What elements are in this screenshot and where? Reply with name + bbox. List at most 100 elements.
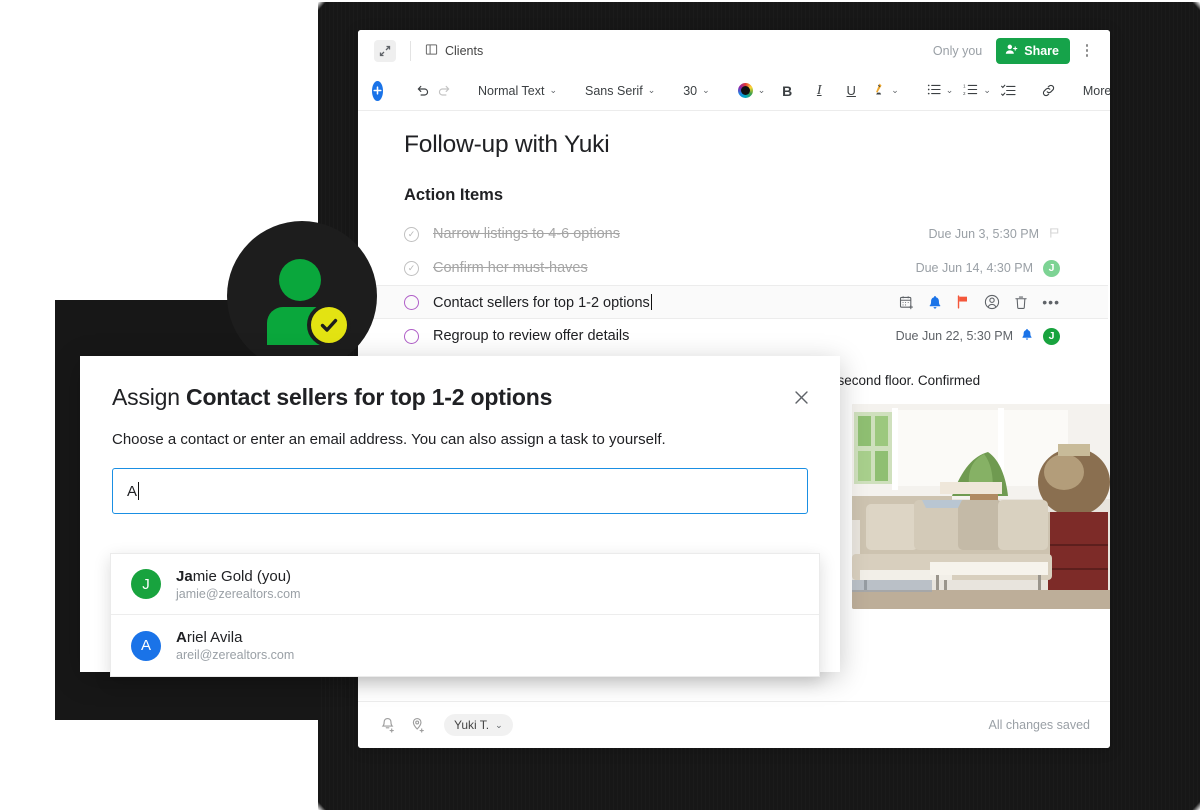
page-title: Follow-up with Yuki xyxy=(404,131,610,158)
bulleted-list-icon xyxy=(927,83,941,99)
checkbox-checked-icon[interactable]: ✓ xyxy=(404,260,419,276)
task-due-date: Due Jun 14, 4:30 PM xyxy=(915,261,1033,275)
avatar: A xyxy=(131,630,161,661)
task-row-active[interactable]: Contact sellers for top 1-2 options ••• xyxy=(358,285,1108,319)
checkbox-checked-icon[interactable]: ✓ xyxy=(404,226,419,242)
font-size-label: 30 xyxy=(683,83,698,98)
task-due-date: Due Jun 3, 5:30 PM xyxy=(928,227,1039,241)
more-vertical-icon[interactable] xyxy=(1078,40,1096,62)
contact-name-rest: mie Gold (you) xyxy=(192,567,292,585)
visibility-label: Only you xyxy=(932,43,983,58)
text-color-picker[interactable]: ⌄ xyxy=(733,79,771,103)
color-wheel-icon xyxy=(737,83,753,98)
avatar[interactable]: J xyxy=(1043,327,1060,345)
share-button[interactable]: Share xyxy=(996,37,1070,64)
numbered-list-dropdown[interactable]: 1 2 ⌄ xyxy=(958,79,996,103)
share-label: Share xyxy=(1024,43,1059,58)
assignee-chip[interactable]: Yuki T. ⌄ xyxy=(444,714,513,736)
flag-outline-icon[interactable] xyxy=(1049,227,1060,242)
assignee-chip-label: Yuki T. xyxy=(454,718,490,732)
contact-email: areil@zerealtors.com xyxy=(176,648,295,662)
screenshot-root: Clients Only you Share Normal Text ⌄ San… xyxy=(0,0,1200,811)
chevron-down-icon: ⌄ xyxy=(549,85,558,95)
task-label-active: Contact sellers for top 1-2 options xyxy=(433,293,653,311)
avatar: J xyxy=(131,569,161,599)
contact-name-rest: riel Avila xyxy=(186,629,243,646)
assign-person-icon[interactable] xyxy=(984,294,1000,310)
text-cursor xyxy=(650,293,653,310)
contact-suggestions-list: J Jamie Gold (you) jamie@zerealtors.com … xyxy=(110,553,820,677)
chevron-down-icon: ⌄ xyxy=(983,85,991,95)
more-tools-dropdown[interactable]: More ⌄ xyxy=(1078,79,1110,103)
paragraph-style-dropdown[interactable]: Normal Text ⌄ xyxy=(473,79,562,103)
contact-email: jamie@zerealtors.com xyxy=(176,586,301,601)
save-status: All changes saved xyxy=(988,718,1090,732)
italic-button[interactable]: I xyxy=(808,79,830,103)
paragraph-style-label: Normal Text xyxy=(478,83,545,98)
chevron-down-icon: ⌄ xyxy=(495,719,503,730)
task-label: Narrow listings to 4-6 options xyxy=(433,226,620,242)
highlight-color-picker[interactable]: ⌄ xyxy=(868,79,904,103)
contact-name-match: Ja xyxy=(176,567,193,585)
font-family-label: Sans Serif xyxy=(585,83,643,98)
assignee-input[interactable]: A xyxy=(112,468,808,514)
chevron-down-icon: ⌄ xyxy=(945,85,954,95)
modal-title-task: Contact sellers for top 1-2 options xyxy=(186,384,553,410)
avatar[interactable]: J xyxy=(1043,259,1060,277)
chevron-down-icon: ⌄ xyxy=(891,85,899,95)
numbered-list-icon: 1 2 xyxy=(963,83,978,99)
task-label-text: Contact sellers for top 1-2 options xyxy=(433,294,650,311)
assignee-input-value: A xyxy=(127,482,138,500)
close-icon[interactable] xyxy=(788,384,814,410)
badge-person-graphic xyxy=(263,259,351,347)
contact-details: Jamie Gold (you) jamie@zerealtors.com xyxy=(176,568,301,601)
undo-icon[interactable] xyxy=(411,79,433,103)
task-list: ✓ Narrow listings to 4-6 options Due Jun… xyxy=(358,217,1108,353)
trash-icon[interactable] xyxy=(1014,295,1028,310)
breadcrumb[interactable]: Clients xyxy=(425,43,483,59)
bold-button[interactable]: B xyxy=(776,79,798,103)
task-row[interactable]: ✓ Narrow listings to 4-6 options Due Jun… xyxy=(358,217,1108,251)
text-cursor xyxy=(138,482,140,500)
font-family-dropdown[interactable]: Sans Serif ⌄ xyxy=(580,79,660,103)
bell-icon[interactable] xyxy=(928,295,942,310)
task-row[interactable]: Regroup to review offer details Due Jun … xyxy=(358,319,1108,353)
checklist-icon[interactable] xyxy=(998,79,1020,103)
checkbox-unchecked-icon[interactable] xyxy=(404,328,419,344)
bulleted-list-dropdown[interactable]: ⌄ xyxy=(922,79,959,103)
contact-name: Jamie Gold (you) xyxy=(176,568,301,585)
insert-button[interactable] xyxy=(372,80,383,101)
doc-panel-icon xyxy=(425,43,438,59)
add-location-icon[interactable] xyxy=(410,717,427,734)
list-item[interactable]: A Ariel Avila areil@zerealtors.com xyxy=(111,615,819,676)
formatting-toolbar: Normal Text ⌄ Sans Serif ⌄ 30 ⌄ ⌄ B I U xyxy=(358,71,1110,111)
chevron-down-icon: ⌄ xyxy=(702,85,710,95)
chevron-down-icon: ⌄ xyxy=(757,85,766,95)
task-row[interactable]: ✓ Confirm her must-haves Due Jun 14, 4:3… xyxy=(358,251,1108,285)
document-footer: Yuki T. ⌄ All changes saved xyxy=(358,701,1110,748)
checkbox-unchecked-icon[interactable] xyxy=(404,294,419,310)
add-reminder-icon[interactable] xyxy=(380,717,397,734)
link-icon[interactable] xyxy=(1038,79,1060,103)
calendar-add-icon[interactable] xyxy=(899,295,914,310)
assign-task-modal: Assign Contact sellers for top 1-2 optio… xyxy=(80,356,840,677)
section-heading: Action Items xyxy=(404,186,504,204)
assignee-input-wrap: A xyxy=(80,448,840,514)
assign-person-check-badge xyxy=(227,221,377,371)
font-size-dropdown[interactable]: 30 ⌄ xyxy=(678,79,714,103)
contact-details: Ariel Avila areil@zerealtors.com xyxy=(176,629,294,662)
underline-button[interactable]: U xyxy=(840,79,862,103)
highlight-icon xyxy=(873,82,886,99)
contact-name: Ariel Avila xyxy=(176,629,294,646)
expand-icon[interactable] xyxy=(374,39,396,62)
list-item[interactable]: J Jamie Gold (you) jamie@zerealtors.com xyxy=(111,554,819,615)
flag-icon[interactable] xyxy=(956,295,970,309)
task-action-icons: ••• xyxy=(899,294,1060,310)
chevron-down-icon: ⌄ xyxy=(647,85,656,95)
more-tools-label: More xyxy=(1082,83,1110,98)
task-label: Confirm her must-haves xyxy=(433,260,588,276)
bell-icon[interactable] xyxy=(1021,328,1033,344)
more-horizontal-icon[interactable]: ••• xyxy=(1042,294,1060,310)
modal-description: Choose a contact or enter an email addre… xyxy=(112,431,666,448)
redo-icon[interactable] xyxy=(433,79,455,103)
